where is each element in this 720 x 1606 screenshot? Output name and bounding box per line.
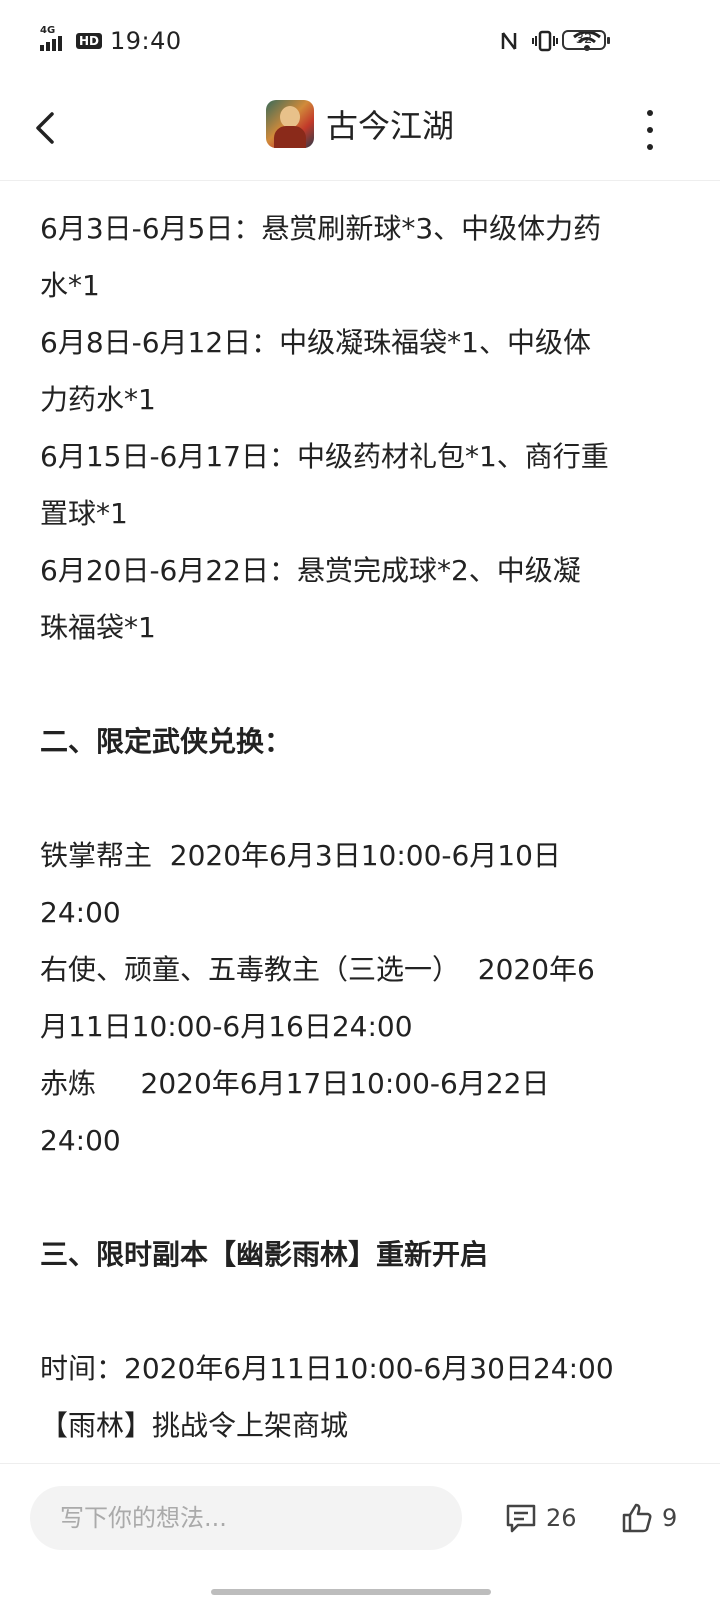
status-bar: 4G HD 19:40 32 <box>0 0 720 82</box>
comment-icon <box>506 1504 536 1533</box>
text-line: 6月8日-6月12日：中级凝珠福袋*1、中级体 <box>40 326 591 359</box>
text-line: 24:00 <box>40 896 121 929</box>
text-line: 右使、顽童、五毒教主（三选一） 2020年6 <box>40 953 595 986</box>
text-line: 力药水*1 <box>40 383 156 416</box>
status-left: 4G HD 19:40 <box>40 25 182 55</box>
like-count: 9 <box>662 1504 678 1532</box>
text-line: 水*1 <box>40 269 100 302</box>
text-line: 6月3日-6月5日：悬赏刷新球*3、中级体力药 <box>40 212 602 245</box>
status-time: 19:40 <box>110 27 182 55</box>
text-line: 赤炼 2020年6月17日10:00-6月22日 <box>40 1067 550 1100</box>
text-line: 6月20日-6月22日：悬赏完成球*2、中级凝 <box>40 554 581 587</box>
like-button[interactable]: 9 <box>620 1496 677 1540</box>
comment-input[interactable] <box>30 1486 462 1550</box>
more-menu-button[interactable] <box>638 110 662 150</box>
nfc-icon <box>501 32 517 50</box>
text-line: 月11日10:00-6月16日24:00 <box>40 1010 413 1043</box>
section-heading: 二、限定武侠兑换： <box>40 725 293 758</box>
top-app-bar: 古今江湖 <box>0 82 720 181</box>
text-line: 【雨林】挑战令上架商城 <box>40 1409 349 1442</box>
home-indicator[interactable] <box>211 1589 491 1595</box>
text-line: 24:00 <box>40 1124 121 1157</box>
app-logo <box>265 100 314 148</box>
article-body: 6月3日-6月5日：悬赏刷新球*3、中级体力药 水*1 6月8日-6月12日：中… <box>40 200 680 1454</box>
text-line: 6月15日-6月17日：中级药材礼包*1、商行重 <box>40 440 609 473</box>
bottom-action-bar: 26 9 <box>0 1463 720 1606</box>
text-line: 珠福袋*1 <box>40 611 156 644</box>
page-title: 古今江湖 <box>325 107 454 145</box>
hd-badge: HD <box>76 33 103 49</box>
title-group: 古今江湖 <box>0 100 720 148</box>
network-type: 4G <box>40 25 56 36</box>
text-line: 置球*1 <box>40 497 128 530</box>
signal-icon: 4G <box>40 25 68 51</box>
comment-button[interactable]: 26 <box>504 1496 577 1540</box>
vibrate-icon <box>532 30 558 52</box>
text-line: 铁掌帮主 2020年6月3日10:00-6月10日 <box>40 839 561 872</box>
text-line: 时间：2020年6月11日10:00-6月30日24:00 <box>40 1352 614 1385</box>
thumbs-up-icon <box>622 1503 652 1533</box>
more-dot-icon <box>647 110 653 116</box>
section-heading: 三、限时副本【幽影雨林】重新开启 <box>40 1238 489 1271</box>
battery-icon: 32 <box>562 30 610 50</box>
comment-count: 26 <box>546 1504 577 1532</box>
